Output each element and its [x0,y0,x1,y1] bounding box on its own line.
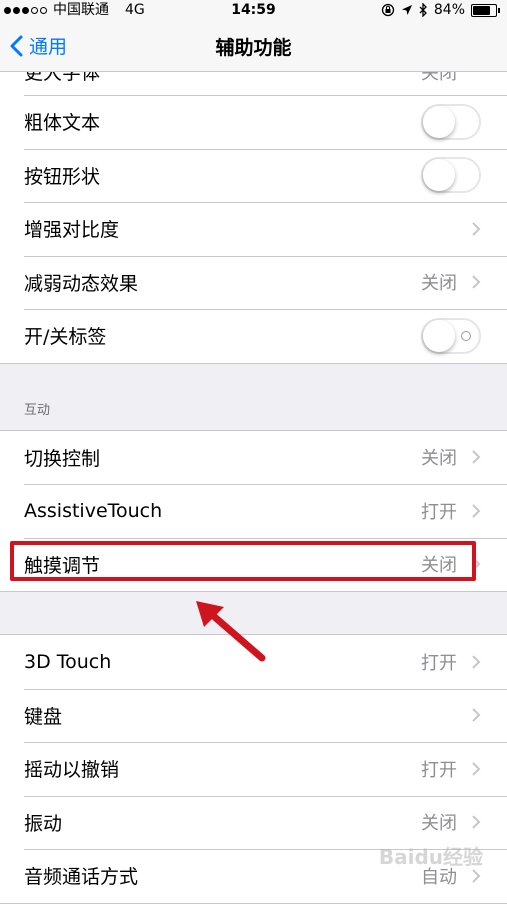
bold-text-toggle[interactable] [421,103,481,140]
highlight-box [10,541,476,581]
row-label: 音频通话方式 [24,866,139,889]
display-group: 更大字体 关闭 粗体文本 按钮形状 增强对比度 减弱动态效果 关闭 开/关标签 [0,72,507,364]
chevron-right-icon [472,869,481,883]
location-icon [401,5,412,15]
settings-row-keyboard[interactable]: 键盘 [0,688,507,743]
row-value: 打开 [421,759,457,781]
settings-row-shake-to-undo[interactable]: 摇动以撤销 打开 [0,742,507,796]
section-header-label: 互动 [24,402,51,418]
settings-row-assistivetouch[interactable]: AssistiveTouch 打开 [0,484,507,538]
row-value: 关闭 [421,273,457,295]
row-label: 增强对比度 [24,219,120,242]
row-label: 3D Touch [24,650,112,673]
row-label: 按钮形状 [24,165,101,188]
row-label: 键盘 [24,705,63,728]
chevron-right-icon [472,655,481,669]
battery-icon [471,3,500,17]
annotation-arrow-icon [196,601,266,662]
onoff-labels-toggle[interactable] [421,317,481,354]
row-value: 关闭 [421,72,457,84]
settings-row-onoff-labels: 开/关标签 [0,309,507,363]
row-label: 摇动以撤销 [24,759,120,782]
rotation-lock-icon [381,3,395,17]
status-right: 84% [381,0,500,20]
row-label: 减弱动态效果 [24,272,139,295]
row-value: 关闭 [421,813,457,835]
section-header-interaction: 互动 [0,364,507,430]
navigation-bar: 通用 辅助功能 [0,20,507,72]
chevron-right-icon [472,815,481,829]
status-bar: 中国联通 4G 14:59 84% [0,0,507,20]
settings-row-reduce-motion[interactable]: 减弱动态效果 关闭 [0,255,507,310]
row-value: 打开 [421,652,457,674]
chevron-right-icon [472,762,481,776]
off-label-icon [461,330,471,341]
chevron-right-icon [472,450,481,464]
battery-level [473,5,490,15]
toggle-knob [423,105,455,138]
row-label: 更大字体 [24,72,101,84]
settings-row-button-shapes: 按钮形状 [0,148,507,203]
settings-row-increase-contrast[interactable]: 增强对比度 [0,202,507,256]
row-label: 粗体文本 [24,112,101,135]
button-shapes-toggle[interactable] [421,157,481,194]
bluetooth-icon [419,3,427,17]
page-title: 辅助功能 [215,37,292,59]
chevron-right-icon [472,708,481,722]
chevron-right-icon [472,275,481,289]
settings-row-switch-control[interactable]: 切换控制 关闭 [0,431,507,485]
chevron-right-icon [472,504,481,518]
chevron-right-icon [472,222,481,236]
row-label: 振动 [24,812,63,835]
row-label: 切换控制 [24,447,101,470]
row-label: AssistiveTouch [24,499,163,522]
settings-list: 更大字体 关闭 粗体文本 按钮形状 增强对比度 减弱动态效果 关闭 开/关标签 [0,72,507,904]
battery-percent: 84% [433,2,465,18]
settings-row-bold-text: 粗体文本 [0,95,507,149]
row-value: 打开 [421,501,457,523]
toggle-knob [423,319,455,352]
toggle-knob [423,159,455,192]
row-label: 开/关标签 [24,326,107,349]
row-value: 关闭 [421,448,457,470]
watermark: Baidu经验 [378,845,483,869]
settings-row-larger-text[interactable]: 更大字体 关闭 [0,72,507,95]
